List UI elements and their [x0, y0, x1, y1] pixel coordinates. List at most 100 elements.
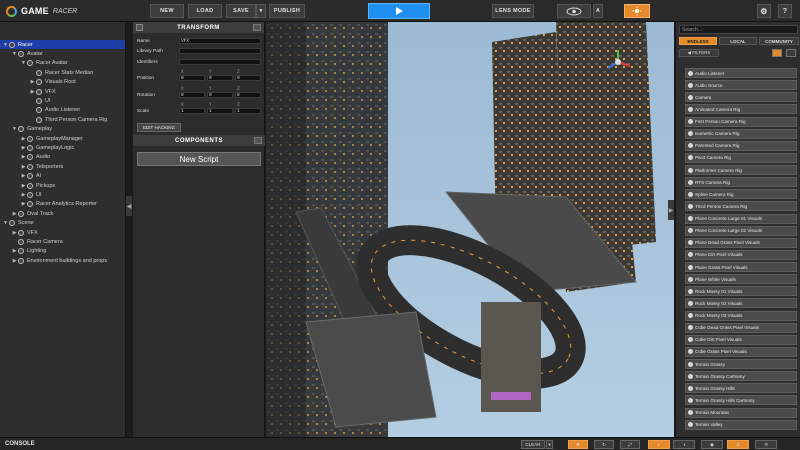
transform-menu-icon[interactable]	[253, 24, 261, 31]
lens-mode-button[interactable]: LENS MODE	[492, 4, 534, 18]
collapse-arrow-icon[interactable]: ▶	[20, 173, 27, 179]
hierarchy-item[interactable]: ▶ VFX	[0, 228, 125, 237]
clear-button[interactable]: CLEAR	[521, 440, 545, 449]
new-script-button[interactable]: New Script	[137, 152, 261, 166]
hierarchy-item[interactable]: ▼ Gameplay	[0, 125, 125, 134]
hierarchy-item[interactable]: ▶ AI	[0, 171, 125, 180]
library-item[interactable]: Cube Dirt Pixel Visuals	[685, 334, 797, 345]
library-item[interactable]: Rock Mossy 03 Visuals	[685, 310, 797, 321]
move-tool-button[interactable]: ✥	[568, 440, 588, 449]
library-item[interactable]: Spline Camera Rig	[685, 189, 797, 200]
collapse-arrow-icon[interactable]: ▶	[20, 183, 27, 189]
clear-dropdown-button[interactable]: ▾	[546, 440, 553, 449]
local-space-button[interactable]: ◐	[648, 440, 670, 449]
hierarchy-item[interactable]: ▼ Racer Avatar	[0, 59, 125, 68]
library-item[interactable]: Cube Dead Grass Pixel Visuals	[685, 322, 797, 333]
library-item[interactable]: Cube Grass Pixel Visuals	[685, 346, 797, 357]
hierarchy-item[interactable]: ▶ Teleporters	[0, 162, 125, 171]
hierarchy-item[interactable]: ▶ Environment buildings and props	[0, 256, 125, 265]
hierarchy-item[interactable]: ▶ VFX	[0, 87, 125, 96]
global-space-button[interactable]: ◑	[673, 440, 695, 449]
refresh-button[interactable]: ⟲	[755, 440, 777, 449]
collapse-arrow-icon[interactable]: ▶	[11, 248, 18, 254]
collapse-arrow-icon[interactable]: ▶	[11, 211, 18, 217]
collapse-arrow-icon[interactable]: ▶	[11, 230, 18, 236]
scale-z-field[interactable]: 1	[235, 108, 261, 114]
position-y-field[interactable]: 0	[207, 75, 233, 81]
snap-button[interactable]: ◉	[701, 440, 723, 449]
hierarchy-item[interactable]: Racer Camera	[0, 237, 125, 246]
hierarchy-item[interactable]: ▶ Visuals Root	[0, 78, 125, 87]
tab-local[interactable]: LOCAL	[719, 37, 757, 45]
library-item[interactable]: Audio Source	[685, 80, 797, 91]
hierarchy-item[interactable]: ▶ GameplayLogic	[0, 143, 125, 152]
name-field[interactable]: VFX	[179, 38, 261, 44]
collapse-arrow-icon[interactable]: ▶	[20, 136, 27, 142]
library-item[interactable]: First Person Camera Rig	[685, 116, 797, 127]
library-item[interactable]: Isometric Camera Rig	[685, 128, 797, 139]
library-path-field[interactable]	[179, 48, 261, 54]
hierarchy-item[interactable]: ▶ Oval Track	[0, 209, 125, 218]
hierarchy-item[interactable]: ▶ UI	[0, 190, 125, 199]
library-item[interactable]: Rock Mossy 02 Visuals	[685, 298, 797, 309]
collapse-arrow-icon[interactable]: ▶	[29, 79, 36, 85]
collapse-hierarchy-handle[interactable]: ◀	[126, 196, 132, 216]
collapse-arrow-icon[interactable]: ▶	[20, 192, 27, 198]
library-item[interactable]: Terrain Valley	[685, 419, 797, 430]
expand-arrow-icon[interactable]: ▼	[2, 42, 9, 48]
settings-button[interactable]: ⚙	[757, 4, 771, 18]
rotate-tool-button[interactable]: ↻	[594, 440, 614, 449]
hierarchy-item[interactable]: ▶ Audio	[0, 153, 125, 162]
edit-hacking-button[interactable]: EDIT HACKING	[137, 123, 181, 132]
library-item[interactable]: RTS Camera Rig	[685, 177, 797, 188]
hierarchy-item[interactable]: ▶ Lighting	[0, 247, 125, 256]
library-item[interactable]: Pivot Camera Rig	[685, 152, 797, 163]
collapse-library-handle[interactable]: ▶	[668, 200, 674, 220]
library-item[interactable]: Third Person Camera Rig	[685, 201, 797, 212]
expand-arrow-icon[interactable]: ▼	[11, 51, 18, 57]
hierarchy-item[interactable]: Audio Listener	[0, 106, 125, 115]
library-item[interactable]: Plane Dirt Pixel Visuals	[685, 249, 797, 260]
transform-toggle-icon[interactable]	[136, 24, 143, 31]
hierarchy-item[interactable]: Racer Stats Median	[0, 68, 125, 77]
collapse-arrow-icon[interactable]: ▶	[11, 258, 18, 264]
position-x-field[interactable]: 0	[179, 75, 205, 81]
grid-toggle-button[interactable]: ◘	[727, 440, 749, 449]
collapse-arrow-icon[interactable]: ▶	[20, 145, 27, 151]
library-item[interactable]: Plane Concrete Large 01 Visuals	[685, 213, 797, 224]
position-z-field[interactable]: 0	[235, 75, 261, 81]
collapse-arrow-icon[interactable]: ▶	[20, 164, 27, 170]
library-item[interactable]: Platformer Camera Rig	[685, 165, 797, 175]
library-search-input[interactable]: Search...	[679, 25, 798, 34]
rotation-x-field[interactable]: 0	[179, 92, 205, 98]
collapse-arrow-icon[interactable]: ▶	[29, 89, 36, 95]
library-item[interactable]: Terrain Grassy Cartoony	[685, 371, 797, 382]
play-button[interactable]	[368, 3, 430, 19]
library-item[interactable]: Audio Listener	[685, 68, 797, 78]
hierarchy-item[interactable]: ▶ Racer Analytics Reporter	[0, 200, 125, 209]
library-item[interactable]: Parented Camera Rig	[685, 140, 797, 151]
scale-tool-button[interactable]: ⤢	[620, 440, 640, 449]
hierarchy-item[interactable]: ▼ Racer	[0, 40, 125, 50]
save-dropdown-button[interactable]: ▾	[256, 4, 266, 18]
lighting-toggle-button[interactable]	[624, 4, 650, 18]
library-item[interactable]: Terrain Mountain	[685, 407, 797, 418]
publish-button[interactable]: PUBLISH	[269, 4, 305, 18]
rotation-z-field[interactable]: 0	[235, 92, 261, 98]
hierarchy-item[interactable]: UI	[0, 96, 125, 105]
components-menu-icon[interactable]	[254, 137, 262, 144]
collapse-arrow-icon[interactable]: ▶	[20, 201, 27, 207]
library-item[interactable]: Animated Camera Rig	[685, 104, 797, 115]
identifiers-field[interactable]	[179, 59, 261, 65]
library-item[interactable]: Terrain Grassy Hills Cartoony	[685, 395, 797, 406]
library-item[interactable]: Rock Mossy 01 Visuals	[685, 286, 797, 297]
rotation-y-field[interactable]: 0	[207, 92, 233, 98]
tab-endless[interactable]: ENDLESS	[679, 37, 717, 45]
expand-arrow-icon[interactable]: ▼	[20, 60, 27, 66]
library-item[interactable]: Camera	[685, 92, 797, 103]
expand-arrow-icon[interactable]: ▼	[2, 220, 9, 226]
save-button[interactable]: SAVE	[226, 4, 256, 18]
library-item[interactable]: Terrain Grassy	[685, 359, 797, 369]
library-item[interactable]: Plane Concrete Large 02 Visuals	[685, 225, 797, 236]
expand-arrow-icon[interactable]: ▼	[11, 126, 18, 132]
